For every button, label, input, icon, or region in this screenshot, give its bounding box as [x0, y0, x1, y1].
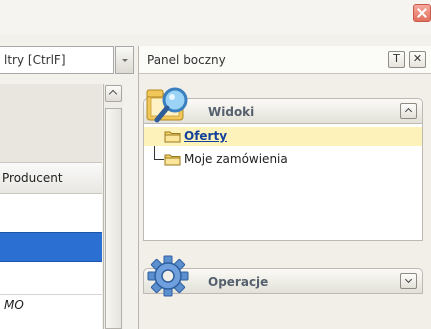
tree-item-oferty[interactable]: Oferty — [144, 127, 422, 146]
group-body-widoki: Oferty Moje zamówienia — [143, 124, 423, 241]
group-title-widoki: Widoki — [208, 105, 255, 119]
close-window-icon[interactable] — [413, 4, 431, 22]
pin-icon[interactable]: Т — [388, 51, 405, 68]
vertical-scrollbar[interactable] — [103, 84, 123, 329]
gear-icon — [147, 255, 189, 297]
chevron-up-icon[interactable] — [400, 103, 417, 119]
filter-dropdown-button[interactable] — [115, 46, 134, 74]
group-title-operacje: Operacje — [208, 275, 269, 289]
side-panel-header: Panel boczny Т ✕ — [139, 46, 431, 74]
folder-icon — [164, 131, 181, 143]
column-header-producent[interactable]: Producent — [0, 162, 102, 194]
scroll-thumb[interactable] — [105, 108, 122, 329]
close-panel-icon[interactable]: ✕ — [409, 51, 426, 68]
folder-icon — [164, 154, 181, 166]
tree-item-label: Oferty — [184, 129, 228, 143]
grid-empty-area — [0, 84, 102, 162]
table-row[interactable]: MO — [0, 298, 106, 324]
filter-input[interactable]: ltry [CtrlF] — [0, 46, 114, 74]
title-strip — [0, 0, 431, 34]
tree-item-moje-zamowienia[interactable]: Moje zamówienia — [144, 150, 422, 169]
table-row-selected[interactable] — [0, 232, 102, 262]
row-divider — [0, 294, 102, 295]
side-panel: Panel boczny Т ✕ Widoki Oferty Moje zamó… — [138, 46, 431, 329]
side-panel-title: Panel boczny — [147, 53, 226, 67]
scroll-up-icon[interactable] — [105, 85, 122, 102]
chevron-down-icon[interactable] — [400, 273, 417, 289]
magnifier-folder-icon — [146, 87, 188, 123]
tree-item-label: Moje zamówienia — [184, 152, 288, 166]
data-grid: Producent MO — [0, 84, 102, 329]
